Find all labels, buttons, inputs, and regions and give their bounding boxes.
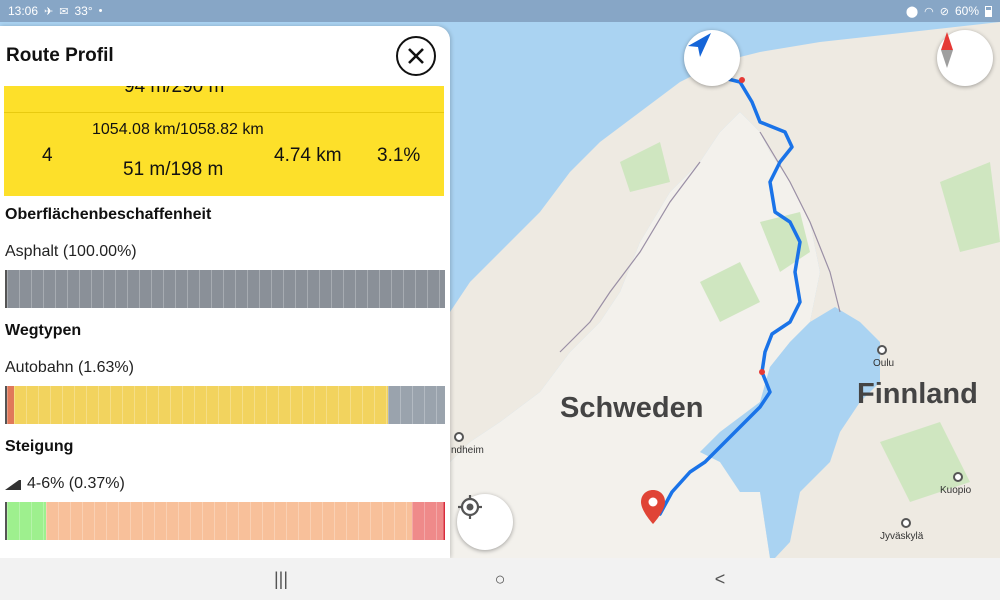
my-location-icon (458, 495, 482, 519)
city-label-oulu: Oulu (873, 358, 895, 369)
city-label-kuopio: Kuopio (940, 485, 972, 496)
incline-segment (46, 502, 413, 540)
incline-summary: 4-6% (0.37%) (27, 475, 125, 492)
location-icon: ⬤ (905, 5, 919, 18)
surface-bar[interactable] (5, 270, 445, 308)
road-types-title: Wegtypen (5, 322, 82, 339)
surface-summary: Asphalt (100.00%) (5, 243, 137, 260)
recents-button[interactable]: ||| (261, 566, 301, 592)
country-label-sweden: Schweden (560, 392, 704, 424)
incline-segment (412, 502, 443, 540)
segment-elevation-partial: 94 m/290 m (124, 86, 225, 97)
incline-segment (442, 502, 445, 540)
segment-grade: 3.1% (377, 145, 421, 166)
city-label-jyvaskyla: Jyväskylä (880, 531, 924, 542)
city-dot (953, 472, 963, 482)
segment-row-partial[interactable]: 94 m/290 m (4, 86, 444, 113)
incline-summary-row: 4-6% (0.37%) (0, 466, 450, 502)
dnd-icon: ⊘ (939, 5, 949, 18)
destination-pin-icon[interactable] (641, 490, 665, 526)
wifi-icon: ◠ (924, 5, 934, 18)
back-button[interactable]: < (700, 566, 740, 592)
home-button[interactable]: ○ (480, 566, 520, 592)
dot-icon: • (98, 5, 103, 17)
road-types-bar[interactable] (5, 386, 445, 424)
mail-icon: ✉ (59, 5, 69, 18)
status-time: 13:06 (8, 4, 39, 18)
incline-segment (7, 502, 47, 540)
incline-title: Steigung (5, 438, 74, 455)
battery-icon (985, 5, 992, 17)
status-temp: 33° (74, 4, 93, 18)
city-label-trondheim: ndheim (451, 445, 484, 456)
surface-bar-segment (7, 270, 445, 308)
profile-scroll-area[interactable]: 94 m/290 m 4 1054.08 km/1058.82 km 51 m/… (0, 86, 450, 558)
close-icon (408, 48, 424, 64)
city-dot (877, 345, 887, 355)
surface-title: Oberflächenbeschaffenheit (5, 206, 212, 223)
segment-index: 4 (42, 145, 53, 166)
compass-button[interactable] (937, 30, 993, 86)
incline-icon (5, 480, 21, 490)
city-dot (901, 518, 911, 528)
road-types-summary: Autobahn (1.63%) (5, 359, 134, 376)
segment-distance: 1054.08 km/1058.82 km (92, 121, 264, 138)
navigation-arrow-icon (688, 33, 711, 57)
my-location-button[interactable] (457, 494, 513, 550)
country-label-finland: Finnland (857, 378, 978, 410)
segment-elevation: 51 m/198 m (123, 159, 224, 180)
road-type-segment (388, 386, 445, 424)
airplane-icon: ✈ (44, 5, 54, 18)
city-dot (454, 432, 464, 442)
road-type-segment (14, 386, 389, 424)
road-type-segment (7, 386, 15, 424)
navigation-direction-button[interactable] (684, 30, 740, 86)
battery-level: 60% (954, 4, 979, 18)
compass-icon (941, 32, 953, 68)
panel-header: Route Profil (0, 26, 450, 86)
status-bar: 13:06 ✈ ✉ 33° • ⬤ ◠ ⊘ 60% (0, 0, 1000, 22)
system-nav-bar: ||| ○ < (0, 558, 1000, 600)
incline-bar[interactable] (5, 502, 445, 540)
panel-title: Route Profil (6, 45, 114, 66)
close-button[interactable] (396, 36, 436, 76)
segment-row[interactable]: 4 1054.08 km/1058.82 km 51 m/198 m 4.74 … (4, 113, 444, 196)
route-profile-panel: Route Profil 94 m/290 m 4 1054.08 km/105… (0, 26, 450, 558)
segment-length: 4.74 km (274, 145, 342, 166)
